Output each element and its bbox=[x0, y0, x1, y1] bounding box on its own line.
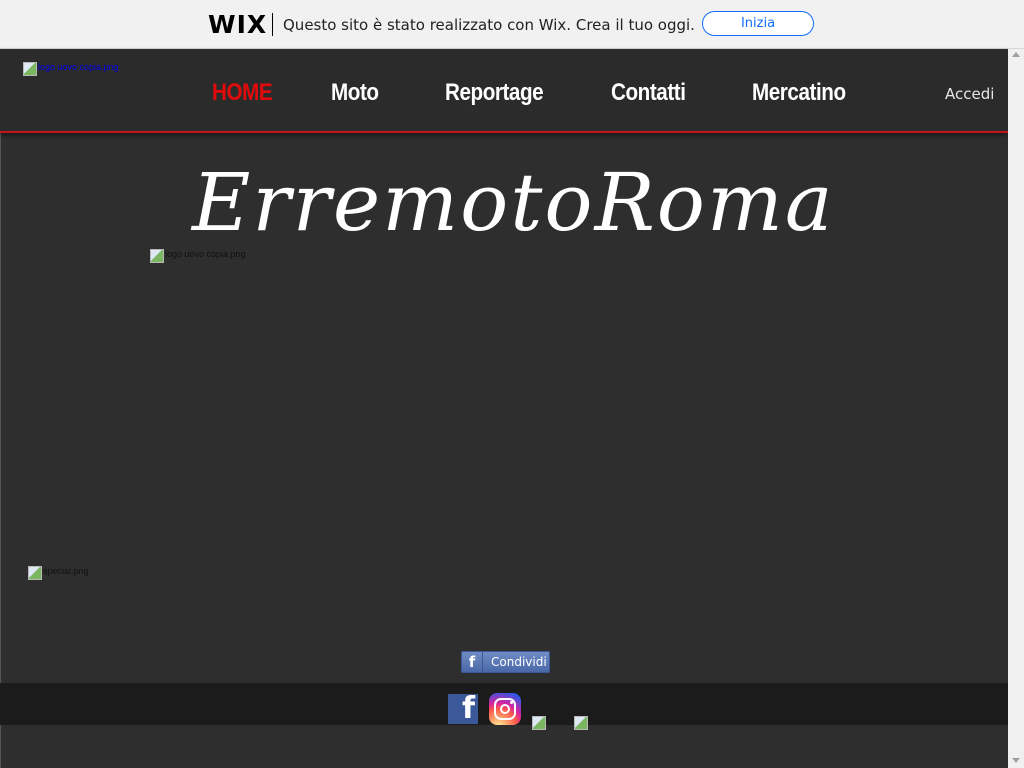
broken-image-icon bbox=[574, 716, 588, 730]
broken-image-icon bbox=[150, 249, 164, 263]
instagram-icon[interactable] bbox=[489, 693, 521, 725]
site-frame: logo uovo copia.png HOME Moto Reportage … bbox=[0, 49, 1008, 768]
scrollbar[interactable] bbox=[1008, 49, 1024, 768]
scroll-up-arrow-icon[interactable] bbox=[1012, 52, 1020, 57]
nav-item-mercatino[interactable]: Mercatino bbox=[752, 79, 846, 107]
site-title: ErremotoRoma bbox=[192, 156, 835, 249]
facebook-icon[interactable]: f bbox=[448, 694, 478, 724]
nav-item-reportage[interactable]: Reportage bbox=[445, 79, 544, 107]
site-header: logo uovo copia.png HOME Moto Reportage … bbox=[0, 49, 1008, 133]
broken-image-icon bbox=[532, 716, 546, 730]
instagram-dot bbox=[510, 701, 513, 704]
wix-start-button[interactable]: Inizia bbox=[702, 11, 814, 36]
main-logo-image: logo uovo copia.png bbox=[150, 249, 246, 263]
nav-item-contatti[interactable]: Contatti bbox=[611, 79, 686, 107]
special-image: special.png bbox=[28, 566, 89, 580]
instagram-lens bbox=[500, 704, 510, 714]
login-link[interactable]: Accedi bbox=[945, 85, 994, 103]
wix-divider bbox=[272, 13, 273, 36]
facebook-share-button[interactable]: f Condividi bbox=[461, 651, 550, 673]
broken-image-icon bbox=[28, 566, 42, 580]
main-logo-alt: logo uovo copia.png bbox=[165, 249, 246, 259]
left-edge bbox=[0, 49, 1, 768]
wix-banner-message: Questo sito è stato realizzato con Wix. … bbox=[283, 16, 695, 34]
header-logo-alt: logo uovo copia.png bbox=[38, 62, 119, 72]
header-logo-image[interactable]: logo uovo copia.png bbox=[23, 62, 119, 76]
social-link-icon[interactable] bbox=[574, 716, 588, 730]
special-image-alt: special.png bbox=[43, 566, 89, 576]
share-label: Condividi bbox=[491, 655, 547, 669]
social-link-icon[interactable] bbox=[532, 716, 546, 730]
nav-item-home[interactable]: HOME bbox=[212, 79, 273, 107]
broken-image-icon bbox=[23, 62, 37, 76]
wix-logo[interactable]: WIX bbox=[208, 10, 267, 39]
nav-item-moto[interactable]: Moto bbox=[331, 79, 379, 107]
wix-banner: WIX Questo sito è stato realizzato con W… bbox=[0, 0, 1024, 49]
facebook-icon: f bbox=[462, 652, 483, 672]
scroll-down-arrow-icon[interactable] bbox=[1012, 758, 1020, 763]
